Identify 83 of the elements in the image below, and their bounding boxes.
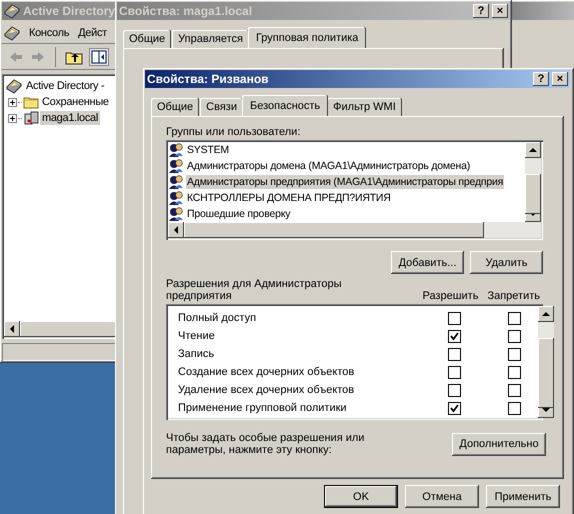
- list-item[interactable]: Администраторы домена (MAGA1\Администраторь домена): [186, 159, 472, 173]
- help-button[interactable]: ?: [533, 72, 549, 86]
- console-icon: [6, 78, 22, 94]
- checkbox[interactable]: [448, 402, 460, 414]
- add-button[interactable]: Добавить...: [391, 251, 464, 274]
- checkbox[interactable]: [448, 384, 460, 396]
- checkbox[interactable]: [508, 402, 520, 414]
- tab[interactable]: Групповая политика: [248, 27, 366, 48]
- arrow-up-icon: [529, 148, 537, 152]
- column-header: Запретить: [487, 290, 540, 302]
- scrollbar-thumb[interactable]: [538, 338, 554, 408]
- list-item[interactable]: SYSTEM: [186, 143, 230, 157]
- server-icon: [23, 110, 39, 126]
- permission-name: Полный доступ: [178, 312, 258, 324]
- arrow-left-icon: [174, 226, 178, 234]
- checkbox[interactable]: [448, 366, 460, 378]
- tree-item[interactable]: Сохраненные: [40, 95, 111, 109]
- expand-icon[interactable]: [8, 98, 17, 106]
- checkbox[interactable]: [448, 330, 460, 342]
- tab[interactable]: Связи: [200, 98, 243, 116]
- help-button[interactable]: ?: [473, 4, 489, 18]
- section-label: Разрешения для Администраторы предприятия: [166, 278, 343, 302]
- scrollbar-thumb[interactable]: [525, 174, 541, 214]
- users-icon: [168, 190, 184, 206]
- remove-button[interactable]: Удалить: [470, 251, 543, 274]
- scroll-up-button[interactable]: [525, 142, 541, 158]
- permission-name: Чтение: [178, 330, 216, 342]
- expand-icon[interactable]: [8, 114, 17, 122]
- section-label: Группы или пользователи:: [166, 126, 302, 138]
- menu-item[interactable]: Дейст: [78, 27, 107, 39]
- list-item[interactable]: Прошедшие проверку: [186, 207, 292, 221]
- checkbox[interactable]: [508, 384, 520, 396]
- horizontal-scrollbar[interactable]: [168, 222, 541, 238]
- tab[interactable]: Безопасность: [242, 95, 328, 116]
- vertical-scrollbar[interactable]: [525, 142, 541, 222]
- checkmark-icon: [448, 330, 460, 342]
- checkbox[interactable]: [448, 312, 460, 324]
- scroll-up-button[interactable]: [538, 306, 554, 322]
- tab[interactable]: Фильтр WMI: [327, 98, 402, 116]
- permission-name: Запись: [178, 348, 216, 360]
- console-icon: [4, 25, 20, 41]
- arrow-down-icon: [542, 408, 550, 412]
- panel-toggle-icon[interactable]: [89, 48, 109, 66]
- arrow-left-icon: [10, 325, 14, 333]
- scroll-left-button[interactable]: [168, 222, 184, 238]
- checkbox[interactable]: [508, 330, 520, 342]
- permission-name: Применение групповой политики: [178, 402, 348, 414]
- window-title: Свойства: Ризванов: [147, 72, 269, 86]
- list-item[interactable]: Администраторы предприятия (MAGA1\Администраторы предприя: [186, 175, 504, 189]
- console-icon: [4, 3, 20, 19]
- users-icon: [168, 142, 184, 158]
- users-icon: [168, 158, 184, 174]
- checkbox[interactable]: [448, 348, 460, 360]
- permission-name: Удаление всех дочерних объектов: [178, 384, 356, 396]
- close-button[interactable]: ×: [552, 72, 568, 86]
- arrow-up-icon: [542, 312, 550, 316]
- cancel-button[interactable]: Отмена: [405, 485, 479, 508]
- scrollbar-thumb[interactable]: [184, 222, 484, 238]
- permission-name: Создание всех дочерних объектов: [178, 366, 356, 378]
- scroll-left-button[interactable]: [4, 321, 20, 337]
- checkbox[interactable]: [508, 348, 520, 360]
- ok-button[interactable]: OK: [324, 485, 398, 508]
- vertical-scrollbar[interactable]: [538, 306, 554, 418]
- tab[interactable]: Общие: [123, 30, 172, 48]
- advanced-button[interactable]: Дополнительно: [452, 432, 546, 456]
- tab[interactable]: Управляется: [172, 30, 249, 48]
- checkmark-icon: [448, 402, 460, 414]
- window-title: Свойства: maga1.local: [119, 4, 252, 18]
- list-item[interactable]: КСНТРОЛЛЕРЫ ДОМЕНА ПРЕДП?ИЯТИЯ: [186, 191, 392, 205]
- checkbox[interactable]: [508, 366, 520, 378]
- window-title: Active Directory: [23, 4, 116, 18]
- arrow-down-icon: [529, 212, 537, 216]
- users-icon: [168, 206, 184, 222]
- hint-text: Чтобы задать особые разрешения или параметры, нажмите эту кнопку:: [166, 432, 366, 456]
- checkbox[interactable]: [508, 312, 520, 324]
- tree-item[interactable]: maga1.local: [40, 111, 100, 125]
- menu-item[interactable]: Консоль: [29, 27, 70, 39]
- users-icon: [168, 174, 184, 190]
- tab[interactable]: Общие: [151, 98, 200, 116]
- apply-button[interactable]: Применить: [486, 485, 560, 508]
- tree-item[interactable]: Active Directory -: [24, 79, 106, 93]
- column-header: Разрешить: [422, 290, 478, 302]
- close-button[interactable]: ×: [492, 4, 508, 18]
